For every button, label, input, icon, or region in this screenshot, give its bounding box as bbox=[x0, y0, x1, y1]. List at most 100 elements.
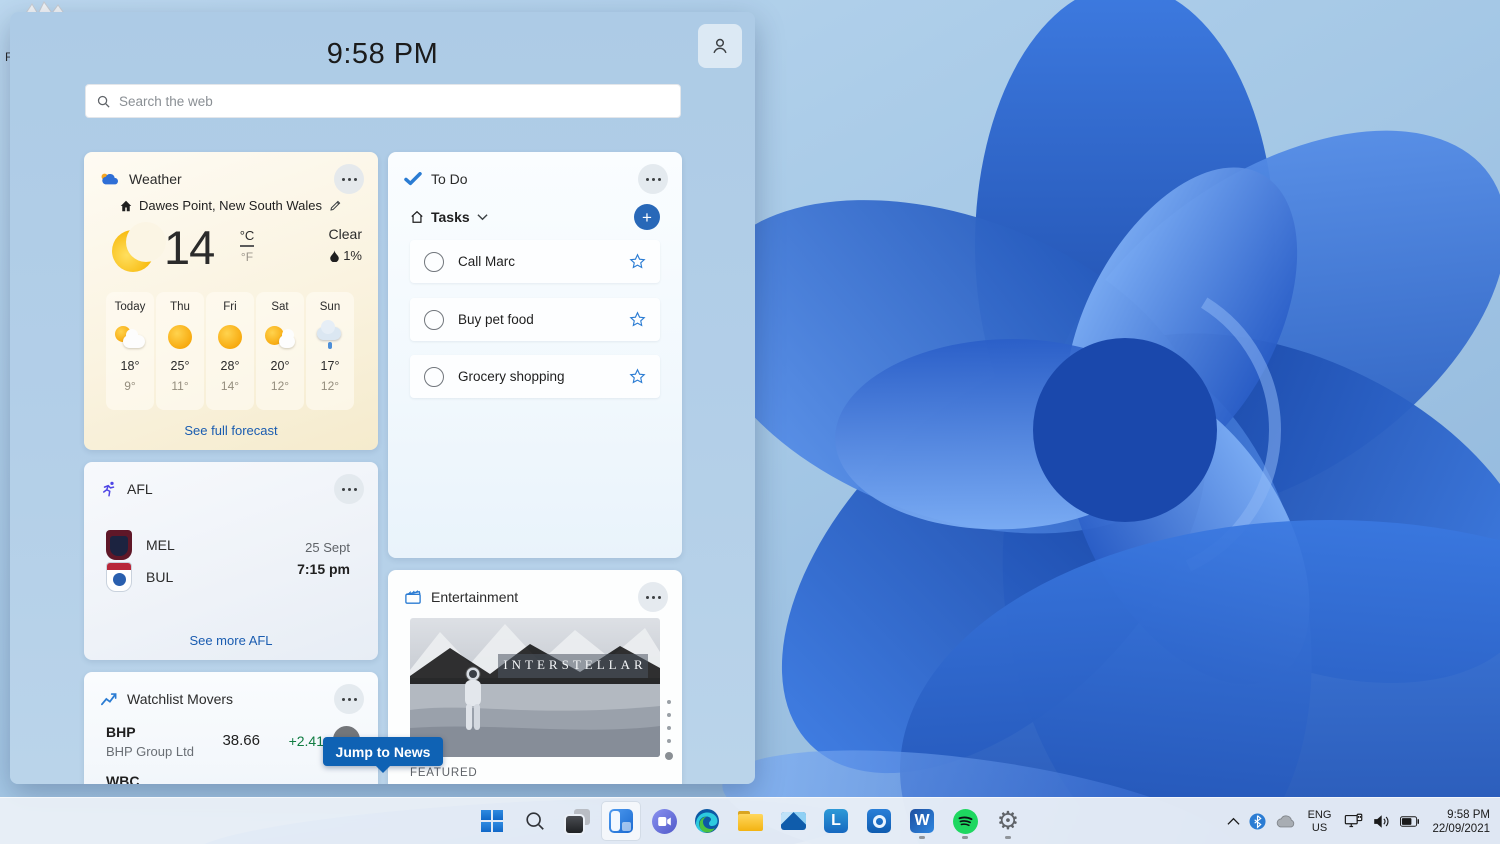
home-icon bbox=[120, 200, 132, 211]
movie-poster[interactable]: INTERSTELLAR bbox=[410, 618, 660, 757]
widgets-icon bbox=[609, 809, 633, 833]
weather-widget[interactable]: Weather Dawes Point, New South Wales 14 … bbox=[84, 152, 378, 450]
search-icon bbox=[526, 812, 544, 830]
tray-date: 22/09/2021 bbox=[1432, 822, 1490, 835]
day-label: Sun bbox=[319, 301, 341, 313]
watchlist-more-button[interactable] bbox=[334, 684, 364, 714]
stock-row[interactable]: WBC bbox=[106, 773, 139, 784]
jump-to-news-button[interactable]: Jump to News bbox=[323, 737, 443, 773]
entertainment-title: Entertainment bbox=[431, 589, 519, 605]
task-row[interactable]: Call Marc bbox=[410, 240, 660, 283]
star-icon[interactable] bbox=[629, 311, 646, 328]
file-explorer-button[interactable] bbox=[730, 801, 770, 841]
watchlist-title: Watchlist Movers bbox=[127, 691, 234, 707]
mail-icon bbox=[780, 812, 806, 830]
network-icon[interactable] bbox=[1344, 813, 1364, 830]
language-indicator[interactable]: ENG US bbox=[1304, 809, 1336, 835]
forecast-day[interactable]: Thu 25° 11° bbox=[156, 292, 204, 410]
see-more-afl-link[interactable]: See more AFL bbox=[84, 633, 378, 648]
unit-fahrenheit[interactable]: °F bbox=[234, 250, 260, 264]
spotify-button[interactable] bbox=[945, 801, 985, 841]
day-high: 17° bbox=[320, 359, 340, 373]
gear-icon: ⚙ bbox=[996, 806, 1020, 835]
day-high: 28° bbox=[220, 359, 240, 373]
day-label: Thu bbox=[170, 301, 190, 313]
edit-location-icon[interactable] bbox=[329, 199, 342, 212]
home-icon bbox=[411, 210, 423, 223]
task-row[interactable]: Buy pet food bbox=[410, 298, 660, 341]
featured-label: FEATURED bbox=[410, 767, 478, 779]
carousel-scroll-dots[interactable] bbox=[665, 700, 673, 760]
entertainment-more-button[interactable] bbox=[638, 582, 668, 612]
volume-icon[interactable] bbox=[1373, 814, 1391, 829]
poster-title: INTERSTELLAR bbox=[503, 657, 647, 672]
search-input[interactable] bbox=[119, 93, 670, 109]
match-time: 7:15 pm bbox=[297, 561, 350, 577]
forecast-day[interactable]: Today 18° 9° bbox=[106, 292, 154, 410]
task-row[interactable]: Grocery shopping bbox=[410, 355, 660, 398]
search-icon bbox=[97, 95, 110, 108]
edge-button[interactable] bbox=[687, 801, 727, 841]
word-button[interactable]: W bbox=[902, 801, 942, 841]
task-list-selector[interactable]: Tasks bbox=[431, 209, 470, 225]
add-task-button[interactable]: + bbox=[634, 204, 660, 230]
task-view-button[interactable] bbox=[558, 801, 598, 841]
see-full-forecast-link[interactable]: See full forecast bbox=[84, 423, 378, 438]
day-high: 18° bbox=[120, 359, 140, 373]
watchlist-widget[interactable]: Watchlist Movers BHP BHP Group Ltd 38.66… bbox=[84, 672, 378, 784]
widgets-button[interactable] bbox=[601, 801, 641, 841]
bluetooth-icon[interactable] bbox=[1249, 813, 1266, 830]
stock-chart-icon bbox=[101, 693, 117, 706]
web-search-bar[interactable] bbox=[85, 84, 681, 118]
edge-icon bbox=[695, 809, 719, 833]
star-icon[interactable] bbox=[629, 253, 646, 270]
l-app-icon: L bbox=[824, 809, 848, 833]
day-label: Today bbox=[114, 301, 146, 313]
day-high: 20° bbox=[270, 359, 290, 373]
taskbar-search-button[interactable] bbox=[515, 801, 555, 841]
l-app-button[interactable]: L bbox=[816, 801, 856, 841]
start-button[interactable] bbox=[472, 801, 512, 841]
panel-clock: 9:58 PM bbox=[326, 38, 439, 70]
tray-clock[interactable]: 9:58 PM 22/09/2021 bbox=[1428, 808, 1490, 836]
profile-button[interactable] bbox=[698, 24, 742, 68]
windows-logo-icon bbox=[481, 810, 503, 832]
forecast-day[interactable]: Sat 20° 12° bbox=[256, 292, 304, 410]
task-checkbox[interactable] bbox=[424, 366, 444, 387]
afl-widget[interactable]: AFL MEL BUL 25 Sept 7:15 pm See more AFL bbox=[84, 462, 378, 660]
taskbar: L W ⚙ ENG US 9:58 PM 22/09/2021 bbox=[0, 797, 1500, 844]
weather-title: Weather bbox=[129, 171, 182, 187]
tray-chevron-up-icon[interactable] bbox=[1227, 817, 1240, 826]
language-code: ENG bbox=[1307, 808, 1332, 821]
unit-celsius[interactable]: °C bbox=[239, 228, 255, 247]
mail-button[interactable] bbox=[773, 801, 813, 841]
tray-time: 9:58 PM bbox=[1447, 808, 1490, 821]
chat-button[interactable] bbox=[644, 801, 684, 841]
todo-widget[interactable]: To Do Tasks + Call Marc Buy pet food Gro… bbox=[388, 152, 682, 558]
task-checkbox[interactable] bbox=[424, 251, 444, 272]
battery-icon[interactable] bbox=[1400, 816, 1420, 827]
afl-more-button[interactable] bbox=[334, 474, 364, 504]
moon-clear-icon bbox=[112, 222, 166, 272]
forecast-day[interactable]: Sun 17° 12° bbox=[306, 292, 354, 410]
weather-more-button[interactable] bbox=[334, 164, 364, 194]
onedrive-cloud-icon[interactable] bbox=[1275, 815, 1295, 828]
person-icon bbox=[713, 38, 727, 54]
weather-location[interactable]: Dawes Point, New South Wales bbox=[139, 198, 322, 213]
forecast-day[interactable]: Fri 28° 14° bbox=[206, 292, 254, 410]
star-icon[interactable] bbox=[629, 368, 646, 385]
task-checkbox[interactable] bbox=[424, 309, 444, 330]
precipitation-value: 1% bbox=[343, 248, 362, 263]
widgets-panel: 9:58 PM Weather Daw bbox=[10, 12, 755, 784]
match-date: 25 Sept bbox=[305, 540, 350, 555]
chevron-down-icon[interactable] bbox=[477, 213, 488, 221]
mostly-sunny-icon bbox=[265, 326, 295, 348]
task-label: Call Marc bbox=[458, 254, 516, 269]
weather-condition: Clear bbox=[328, 226, 362, 242]
todo-more-button[interactable] bbox=[638, 164, 668, 194]
spotify-icon bbox=[952, 808, 978, 834]
day-low: 14° bbox=[220, 379, 240, 393]
settings-button[interactable]: ⚙ bbox=[988, 801, 1028, 841]
day-high: 25° bbox=[170, 359, 190, 373]
o-app-button[interactable] bbox=[859, 801, 899, 841]
